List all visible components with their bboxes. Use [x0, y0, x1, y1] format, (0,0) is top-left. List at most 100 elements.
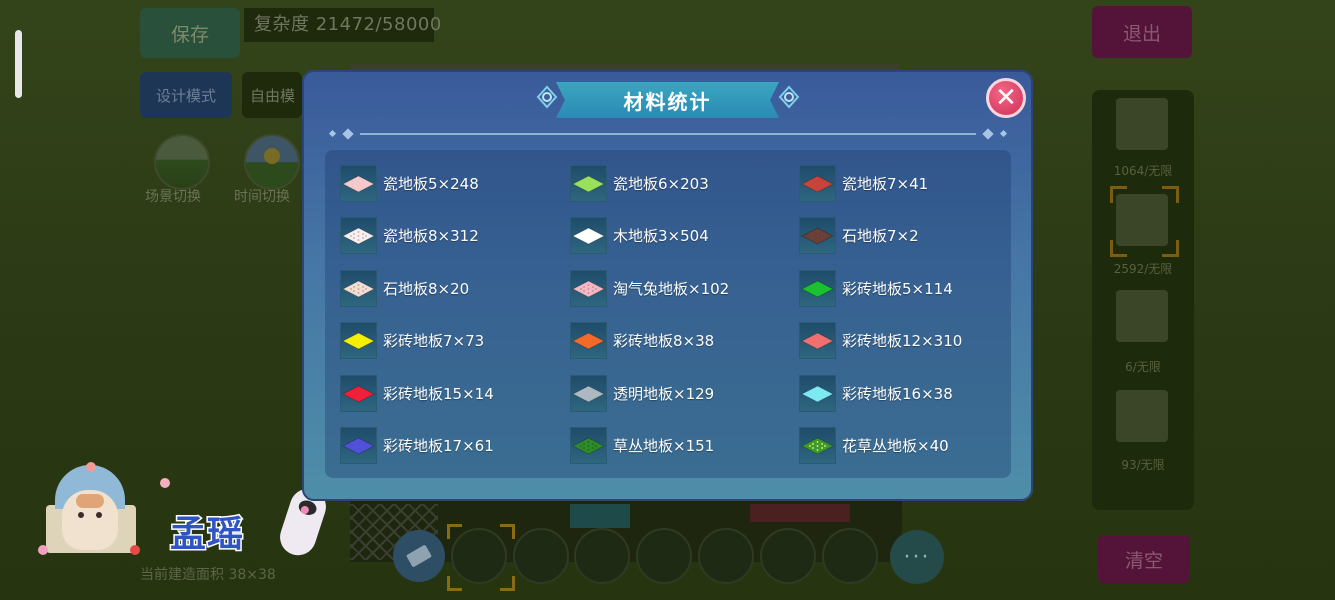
scene-switch-icon[interactable] [154, 134, 210, 190]
tile-swatch [572, 332, 605, 350]
toolbar-slot-light-tile[interactable] [822, 528, 878, 584]
material-tile-icon [570, 164, 607, 202]
material-stats-dialog: 材料统计 ✕ 瓷地板5×248 瓷地板6×203 瓷地板7×41 瓷地板8×312 木地… [302, 70, 1033, 501]
material-label: 彩砖地板5×114 [842, 279, 953, 298]
toolbar-slot-white-tile[interactable] [513, 528, 569, 584]
material-item: 彩砖地板7×73 [340, 321, 484, 359]
material-label: 彩砖地板8×38 [613, 331, 715, 350]
material-label: 瓷地板8×312 [383, 226, 479, 245]
material-item: 瓷地板8×312 [340, 216, 479, 254]
time-switch-label: 时间切换 [234, 189, 290, 205]
dialog-title: 材料统计 [556, 82, 779, 118]
cat-eye [78, 512, 84, 518]
material-tile-icon [340, 269, 377, 307]
paw-print-icon [160, 478, 170, 488]
material-item: 花草丛地板×40 [799, 426, 949, 464]
toolbar-slot-green-cube[interactable] [574, 528, 630, 584]
material-label: 彩砖地板15×14 [383, 384, 494, 403]
material-item: 石地板7×2 [799, 216, 919, 254]
flower-icon [86, 462, 96, 472]
material-label: 淘气兔地板×102 [613, 279, 730, 298]
design-mode-button[interactable]: 设计模式 [140, 72, 232, 118]
clear-button[interactable]: 清空 [1098, 535, 1190, 583]
selection-corner [447, 576, 462, 591]
material-item: 瓷地板5×248 [340, 164, 479, 202]
material-label: 草丛地板×151 [613, 436, 715, 455]
material-label: 彩砖地板12×310 [842, 331, 963, 350]
material-tile-icon [340, 164, 377, 202]
selection-corner [1162, 240, 1179, 257]
material-item: 石地板8×20 [340, 269, 469, 307]
scene-switch-label: 场景切换 [145, 189, 201, 205]
material-tile-icon [570, 426, 607, 464]
canvas-tile [570, 504, 630, 528]
material-item: 彩砖地板16×38 [799, 374, 953, 412]
free-mode-button[interactable]: 自由模 [242, 72, 302, 118]
eraser-icon [405, 544, 433, 568]
palette-count: 6/无限 [1125, 360, 1161, 374]
tile-swatch [342, 385, 375, 403]
material-label: 石地板7×2 [842, 226, 919, 245]
material-label: 彩砖地板7×73 [383, 331, 485, 350]
time-switch-icon[interactable] [244, 134, 300, 190]
palette-block-pillar[interactable] [1116, 390, 1168, 442]
side-handle[interactable] [15, 30, 22, 98]
tile-swatch [572, 227, 605, 245]
material-label: 瓷地板5×248 [383, 174, 479, 193]
build-area-label: 当前建造面积 38×38 [140, 567, 276, 583]
material-tile-icon [340, 374, 377, 412]
save-button[interactable]: 保存 [140, 8, 240, 58]
material-label: 彩砖地板17×61 [383, 436, 494, 455]
tile-swatch [801, 385, 834, 403]
tile-swatch [342, 437, 375, 455]
tile-swatch [801, 332, 834, 350]
material-item: 彩砖地板12×310 [799, 321, 962, 359]
material-label: 透明地板×129 [613, 384, 715, 403]
toolbar-slot-orange-tile[interactable] [636, 528, 692, 584]
material-item: 彩砖地板17×61 [340, 426, 494, 464]
palette-block-wall[interactable] [1116, 194, 1168, 246]
material-tile-icon [799, 269, 836, 307]
palette-block-window[interactable] [1116, 290, 1168, 342]
material-label: 石地板8×20 [383, 279, 470, 298]
palette-count: 1064/无限 [1113, 164, 1173, 178]
tile-swatch [342, 332, 375, 350]
eraser-button[interactable] [393, 530, 445, 582]
exit-button[interactable]: 退出 [1092, 6, 1192, 58]
selection-corner [500, 524, 515, 539]
tile-swatch [342, 227, 375, 245]
toolbar-slot-brown-tile[interactable] [760, 528, 816, 584]
divider-dot [328, 129, 337, 138]
toolbar-slot-gray-tile[interactable] [451, 528, 507, 584]
flower-icon [38, 545, 48, 555]
more-button[interactable]: ··· [890, 530, 944, 584]
material-item: 透明地板×129 [570, 374, 714, 412]
tile-swatch [342, 280, 375, 298]
tile-swatch [572, 437, 605, 455]
cat-avatar-icon [62, 490, 118, 550]
material-item: 瓷地板7×41 [799, 164, 928, 202]
material-item: 彩砖地板15×14 [340, 374, 494, 412]
selection-corner [1110, 240, 1127, 257]
palette-block-brick[interactable] [1116, 98, 1168, 150]
material-tile-icon [570, 321, 607, 359]
close-button[interactable]: ✕ [986, 78, 1026, 118]
cat-eye [96, 512, 102, 518]
left-ornament-icon [536, 85, 558, 109]
watermark-name: 孟瑶 [168, 513, 245, 557]
tile-swatch [801, 280, 834, 298]
divider-dot [982, 128, 994, 140]
tile-swatch [572, 280, 605, 298]
title-divider [328, 128, 1008, 140]
divider-dot [999, 129, 1008, 138]
material-label: 彩砖地板16×38 [842, 384, 953, 403]
material-item: 瓷地板6×203 [570, 164, 709, 202]
material-tile-icon [799, 374, 836, 412]
divider-line [360, 133, 976, 135]
palette-count: 93/无限 [1121, 458, 1165, 472]
material-list: 瓷地板5×248 瓷地板6×203 瓷地板7×41 瓷地板8×312 木地板3×504 石… [325, 150, 1011, 478]
block-palette: 1064/无限 2592/无限 6/无限 93/无限 [1092, 90, 1194, 510]
tile-swatch [572, 385, 605, 403]
toolbar-slot-white-cube[interactable] [698, 528, 754, 584]
sun-icon [264, 148, 280, 164]
